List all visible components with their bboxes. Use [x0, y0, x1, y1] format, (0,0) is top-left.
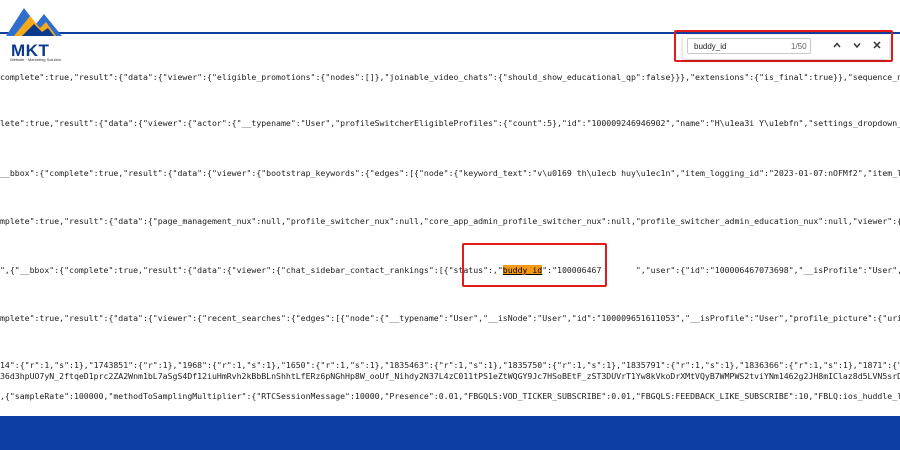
json-line: ,{"sampleRate":100000,"methodToSamplingM… [0, 391, 900, 401]
json-line-match: ",{"__bbox":{"complete":true,"result":{"… [0, 265, 900, 275]
json-line: mplete":true,"result":{"data":{"page_man… [0, 216, 900, 226]
match-annotation [462, 243, 607, 287]
chevron-up-icon [833, 42, 841, 48]
json-line: 14":{"r":1,"s":1},"1743851":{"r":1},"196… [0, 360, 900, 370]
find-close-button[interactable] [869, 39, 885, 55]
bottom-band [0, 416, 900, 450]
json-line: complete":true,"result":{"data":{"viewer… [0, 72, 900, 82]
json-line-pre: ",{"__bbox":{"complete":true,"result":{"… [0, 265, 503, 275]
json-line: __bbox":{"complete":true,"result":{"data… [0, 168, 900, 178]
chevron-down-icon [853, 43, 861, 49]
find-next-button[interactable] [849, 39, 865, 55]
mkt-logo: MKT Website · Marketing Solution [4, 2, 76, 64]
top-band [0, 0, 900, 32]
json-line: mplete":true,"result":{"data":{"viewer":… [0, 313, 900, 323]
json-line: 36d3hpUO7yN_2ftqeD1prc2ZA2Wnm1bL7aSgS4Df… [0, 371, 900, 381]
json-response-page: complete":true,"result":{"data":{"viewer… [0, 32, 900, 418]
json-line: lete":true,"result":{"data":{"viewer":{"… [0, 118, 900, 128]
find-match-count: 1/50 [791, 42, 807, 51]
find-bar: 1/50 [683, 35, 889, 59]
close-icon [873, 41, 881, 49]
logo-subtext: Website · Marketing Solution [10, 57, 62, 62]
find-previous-button[interactable] [829, 39, 845, 55]
mountain-logo-icon [6, 8, 62, 36]
